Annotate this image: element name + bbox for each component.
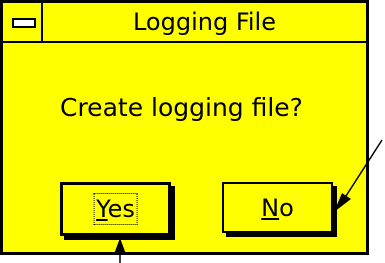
no-label-rest: o (279, 193, 294, 222)
yes-button[interactable]: Yes (60, 182, 171, 236)
yes-label-rest: es (107, 195, 135, 223)
no-button-label: No (261, 193, 294, 223)
title-bar: Logging File (3, 3, 366, 43)
minus-bar-icon (12, 18, 36, 28)
yes-button-label: Yes (93, 193, 138, 225)
logging-file-dialog: Logging File Create logging file? Yes No (0, 0, 369, 255)
no-button[interactable]: No (222, 182, 333, 233)
window-title: Logging File (132, 8, 276, 36)
yes-mnemonic: Y (96, 195, 108, 223)
system-menu-button[interactable] (3, 3, 43, 41)
dialog-message: Create logging file? (60, 93, 303, 122)
no-mnemonic: N (261, 193, 280, 222)
